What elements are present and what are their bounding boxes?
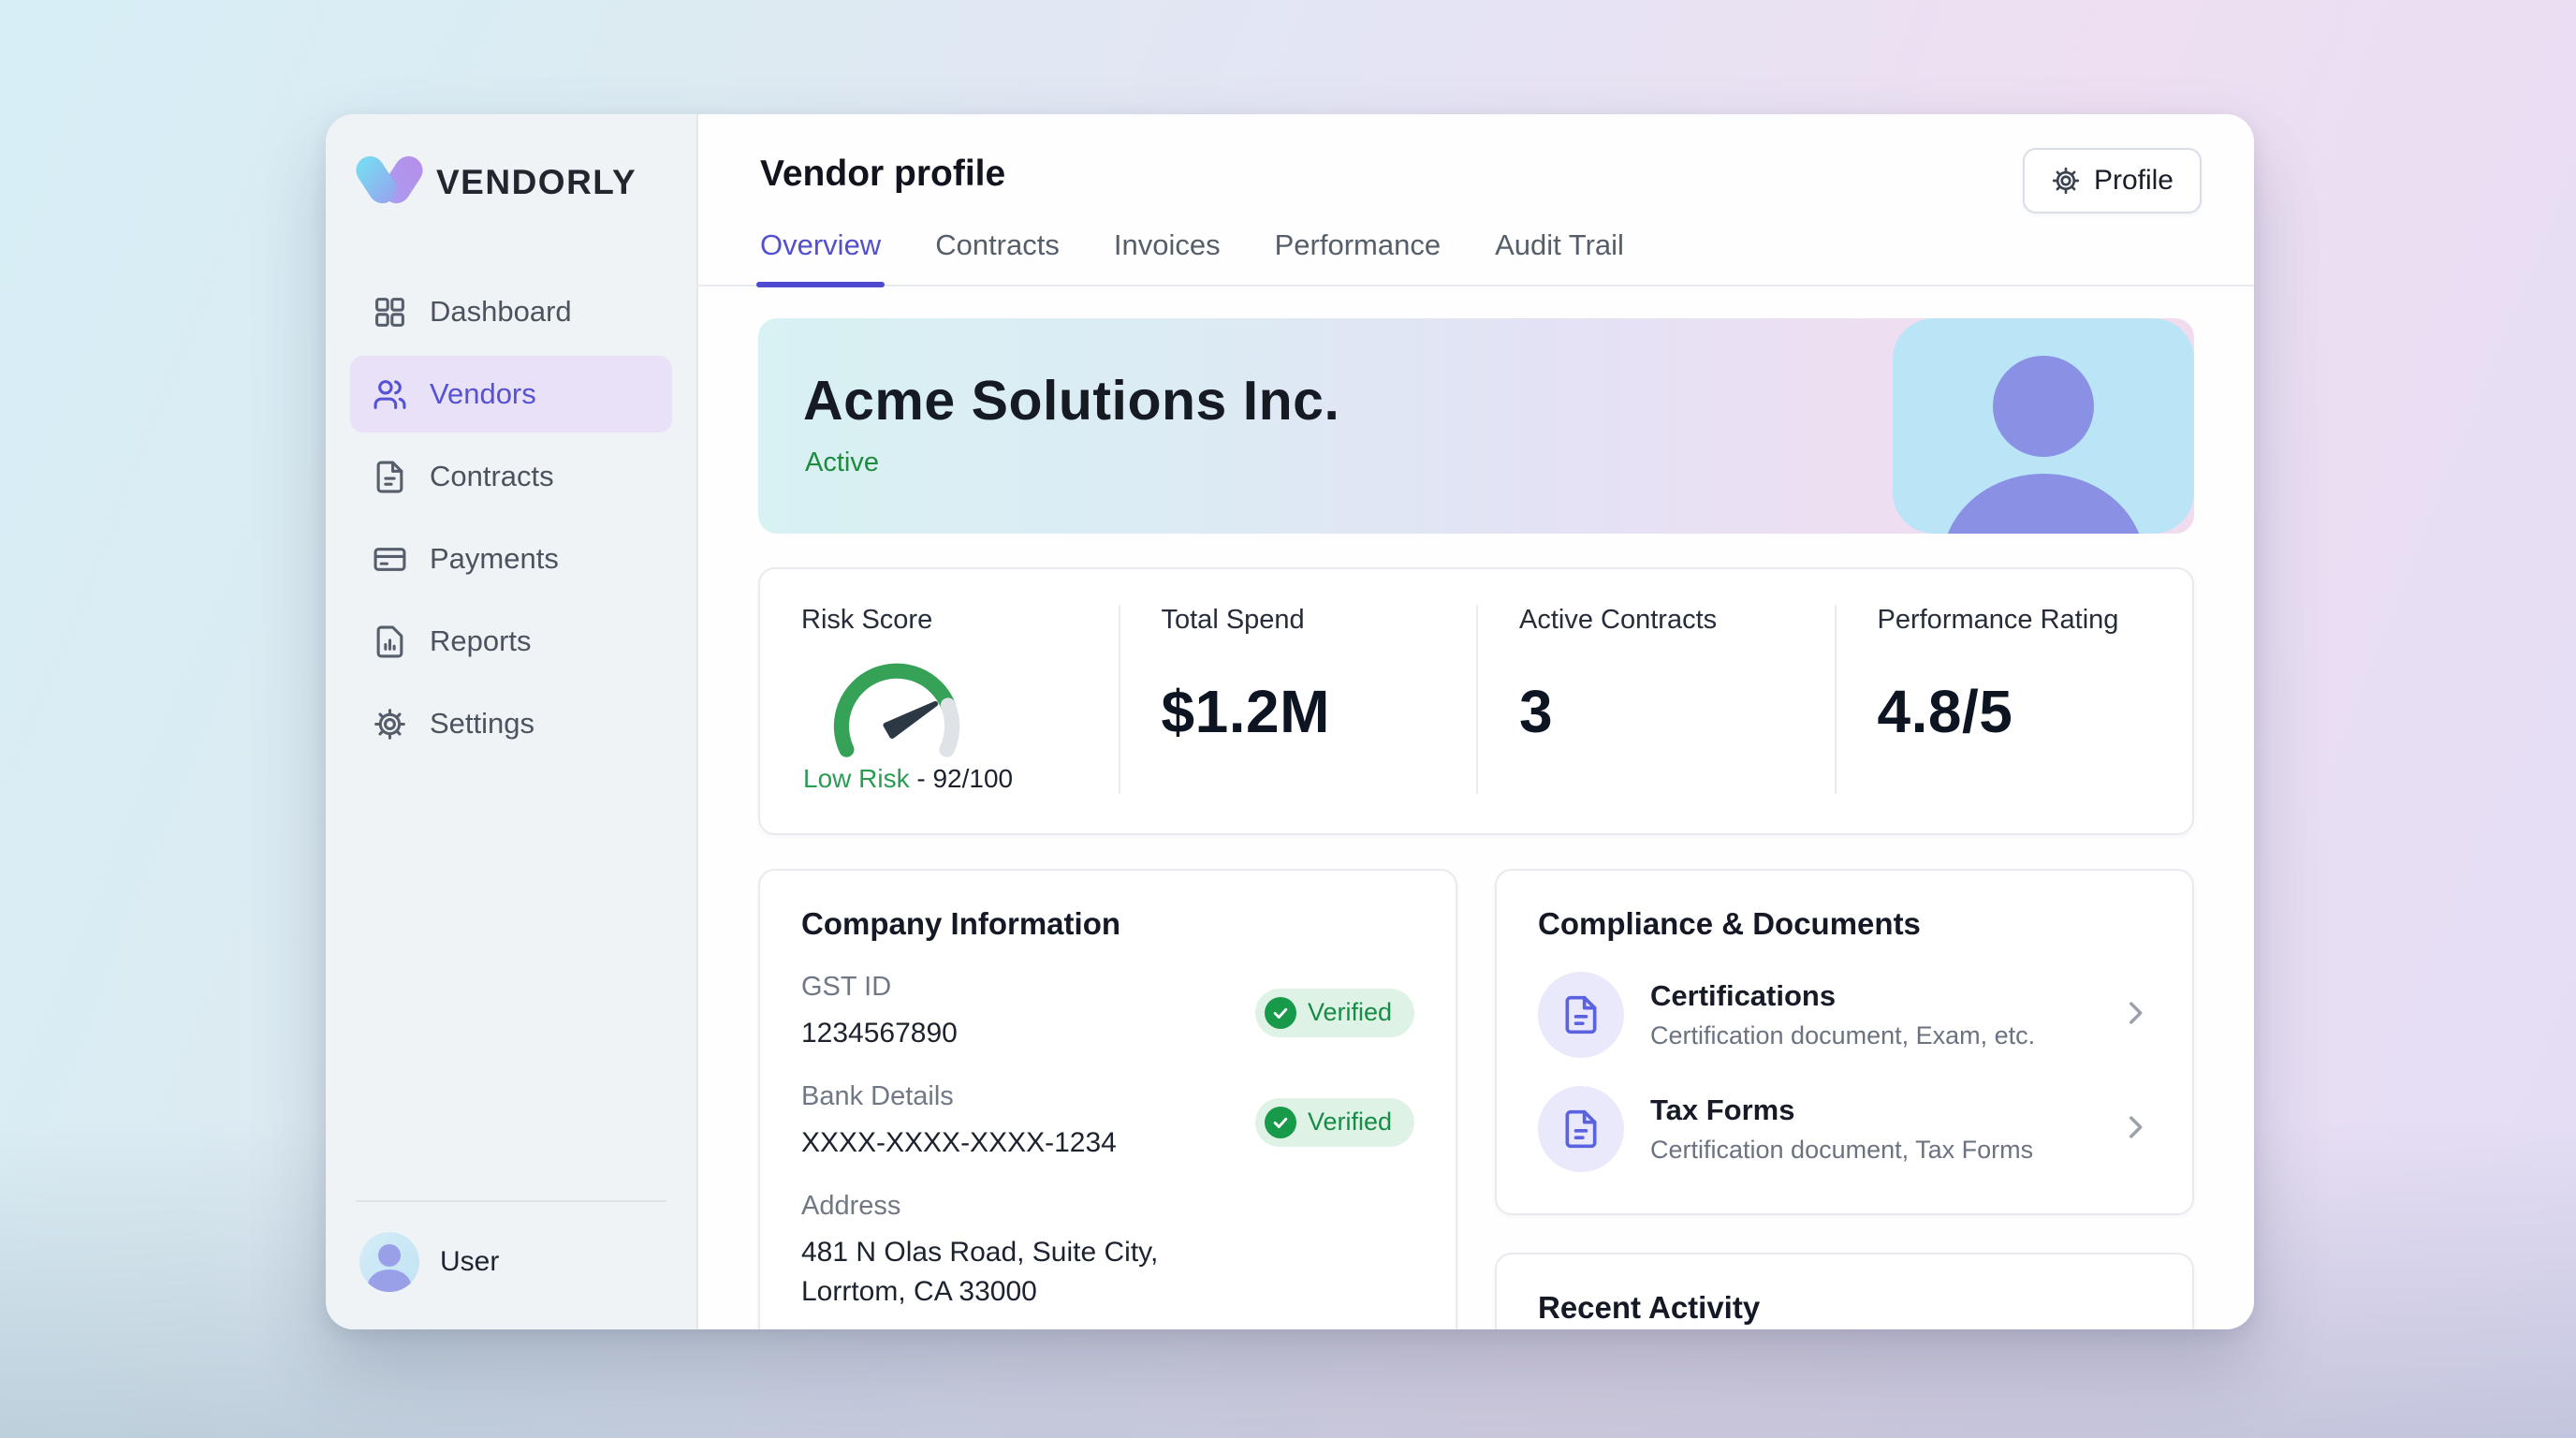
stat-label: Active Contracts bbox=[1519, 605, 1793, 636]
field-label: GST ID bbox=[801, 972, 1255, 1003]
sidebar-item-vendors[interactable]: Vendors bbox=[350, 356, 672, 433]
sidebar-item-label: Vendors bbox=[430, 377, 536, 411]
page-background: VENDORLY Dashboard Vendors Contracts P bbox=[0, 0, 2576, 1438]
vendor-avatar bbox=[1893, 318, 2194, 534]
tab-performance[interactable]: Performance bbox=[1275, 228, 1441, 285]
field-value: XXXX-XXXX-XXXX-1234 bbox=[801, 1123, 1255, 1163]
field-label: Bank Details bbox=[801, 1081, 1255, 1112]
compliance-item-certifications[interactable]: Certifications Certification document, E… bbox=[1538, 972, 2151, 1058]
sidebar-item-settings[interactable]: Settings bbox=[350, 685, 672, 762]
page-title: Vendor profile bbox=[760, 154, 2200, 195]
stat-active-contracts: Active Contracts 3 bbox=[1476, 605, 1835, 794]
main-header: Vendor profile bbox=[698, 114, 2254, 195]
profile-button[interactable]: Profile bbox=[2023, 148, 2202, 213]
compliance-documents-card: Compliance & Documents Certifications Ce… bbox=[1495, 869, 2194, 1215]
vendorly-logo-icon bbox=[359, 152, 419, 213]
chevron-right-icon[interactable] bbox=[2119, 1111, 2151, 1148]
stat-value: 3 bbox=[1519, 677, 1793, 746]
company-information-card: Company Information GST ID 1234567890 Ve… bbox=[758, 869, 1457, 1329]
compliance-item-tax-forms[interactable]: Tax Forms Certification document, Tax Fo… bbox=[1538, 1086, 2151, 1172]
sidebar-item-label: Contracts bbox=[430, 460, 554, 493]
field-bank-details: Bank Details XXXX-XXXX-XXXX-1234 Verifie… bbox=[801, 1081, 1414, 1163]
check-icon bbox=[1265, 1107, 1296, 1138]
tab-overview[interactable]: Overview bbox=[760, 228, 881, 285]
tab-contracts[interactable]: Contracts bbox=[935, 228, 1060, 285]
right-column: Compliance & Documents Certifications Ce… bbox=[1495, 869, 2194, 1329]
stat-value: 4.8/5 bbox=[1878, 677, 2152, 746]
app-window: VENDORLY Dashboard Vendors Contracts P bbox=[326, 114, 2254, 1329]
sidebar-item-contracts[interactable]: Contracts bbox=[350, 438, 672, 515]
doc-title: Tax Forms bbox=[1650, 1093, 2093, 1127]
main-area: Vendor profile Profile Overview Contract… bbox=[698, 114, 2254, 1329]
chevron-right-icon[interactable] bbox=[2119, 997, 2151, 1034]
stat-total-spend: Total Spend $1.2M bbox=[1119, 605, 1477, 794]
sidebar-item-label: Reports bbox=[430, 624, 532, 658]
doc-subtitle: Certification document, Tax Forms bbox=[1650, 1136, 2093, 1165]
stat-label: Performance Rating bbox=[1878, 605, 2152, 636]
brand-name: VENDORLY bbox=[436, 163, 637, 202]
verified-badge: Verified bbox=[1255, 1098, 1414, 1147]
risk-caption: Low Risk - 92/100 bbox=[803, 764, 990, 794]
field-value: 1234567890 bbox=[801, 1014, 1255, 1053]
sidebar-item-label: Payments bbox=[430, 542, 559, 576]
stat-value: $1.2M bbox=[1162, 677, 1436, 746]
vendor-hero-banner: Acme Solutions Inc. Active bbox=[758, 318, 2194, 534]
stat-label: Total Spend bbox=[1162, 605, 1436, 636]
file-text-icon bbox=[373, 460, 407, 494]
user-profile[interactable]: User bbox=[350, 1226, 672, 1298]
gear-icon bbox=[2051, 166, 2081, 196]
verified-badge: Verified bbox=[1255, 989, 1414, 1037]
field-label: Address bbox=[801, 1191, 1414, 1222]
sidebar: VENDORLY Dashboard Vendors Contracts P bbox=[326, 114, 698, 1329]
dashboard-icon bbox=[373, 295, 407, 330]
content: Acme Solutions Inc. Active Risk Score bbox=[698, 286, 2254, 1329]
sidebar-nav: Dashboard Vendors Contracts Payments Rep… bbox=[350, 273, 672, 762]
sidebar-item-payments[interactable]: Payments bbox=[350, 521, 672, 597]
document-icon bbox=[1538, 972, 1624, 1058]
stat-risk-score: Risk Score Low Risk - 92/100 bbox=[760, 605, 1119, 794]
tab-invoices[interactable]: Invoices bbox=[1114, 228, 1221, 285]
sidebar-divider bbox=[356, 1200, 666, 1202]
tab-bar: Overview Contracts Invoices Performance … bbox=[698, 228, 2254, 286]
sidebar-item-label: Settings bbox=[430, 707, 534, 741]
card-title: Recent Activity bbox=[1538, 1290, 2151, 1326]
check-icon bbox=[1265, 997, 1296, 1029]
field-value-line1: 481 N Olas Road, Suite City, bbox=[801, 1233, 1414, 1272]
recent-activity-card: Recent Activity Recent not Activity 3 mi… bbox=[1495, 1253, 2194, 1329]
sidebar-item-dashboard[interactable]: Dashboard bbox=[350, 273, 672, 350]
credit-card-icon bbox=[373, 542, 407, 577]
tab-audit-trail[interactable]: Audit Trail bbox=[1495, 228, 1624, 285]
users-icon bbox=[373, 377, 407, 412]
sidebar-item-reports[interactable]: Reports bbox=[350, 603, 672, 680]
gear-icon bbox=[373, 707, 407, 741]
doc-subtitle: Certification document, Exam, etc. bbox=[1650, 1021, 2093, 1050]
risk-gauge-icon bbox=[808, 641, 986, 757]
stat-performance-rating: Performance Rating 4.8/5 bbox=[1835, 605, 2193, 794]
field-address: Address 481 N Olas Road, Suite City, Lor… bbox=[801, 1191, 1414, 1312]
user-name: User bbox=[440, 1246, 499, 1278]
user-avatar bbox=[359, 1232, 419, 1292]
card-title: Company Information bbox=[801, 906, 1414, 942]
stat-label: Risk Score bbox=[801, 605, 1077, 636]
card-title: Compliance & Documents bbox=[1538, 906, 2151, 942]
document-icon bbox=[1538, 1086, 1624, 1172]
doc-title: Certifications bbox=[1650, 979, 2093, 1013]
sidebar-item-label: Dashboard bbox=[430, 295, 572, 329]
field-gst-id: GST ID 1234567890 Verified bbox=[801, 972, 1414, 1053]
brand: VENDORLY bbox=[350, 152, 672, 213]
field-value-line2: Lorrtom, CA 33000 bbox=[801, 1272, 1414, 1312]
stats-card: Risk Score Low Risk - 92/100 Total Spend bbox=[758, 567, 2194, 835]
file-chart-icon bbox=[373, 624, 407, 659]
profile-button-label: Profile bbox=[2094, 165, 2174, 197]
